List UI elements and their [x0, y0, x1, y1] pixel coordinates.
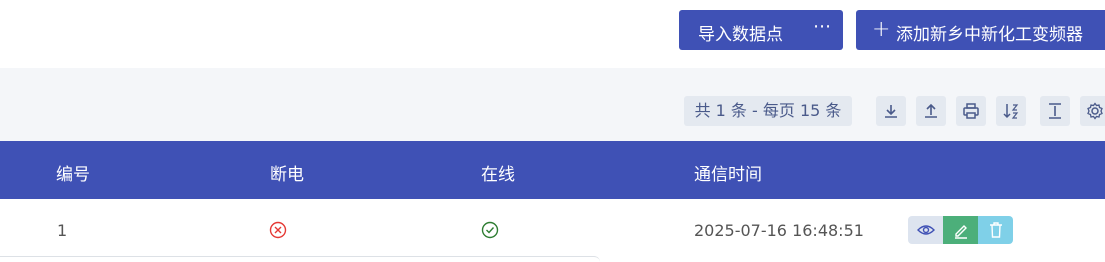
plus-icon: +	[872, 17, 891, 42]
edit-button[interactable]	[943, 216, 978, 244]
cell-id: 1	[57, 221, 68, 240]
error-circle-icon	[269, 221, 287, 239]
view-button[interactable]	[908, 216, 943, 244]
column-header-online[interactable]: 在线	[481, 160, 515, 185]
column-header-power-off[interactable]: 断电	[270, 160, 304, 185]
print-icon	[963, 103, 979, 119]
column-header-comm-time[interactable]: 通信时间	[694, 160, 762, 185]
settings-button[interactable]	[1080, 96, 1105, 126]
column-height-icon	[1049, 103, 1061, 119]
delete-button[interactable]	[978, 216, 1013, 244]
row-height-button[interactable]	[1040, 96, 1070, 126]
sort-icon	[1003, 104, 1019, 119]
table-header: 编号 断电 在线 通信时间	[0, 141, 1105, 199]
add-button-label: 添加新乡中新化工变频器	[896, 25, 1083, 45]
download-button[interactable]	[876, 96, 906, 126]
upload-icon	[925, 103, 937, 118]
column-header-id[interactable]: 编号	[56, 160, 90, 185]
import-data-points-button[interactable]: 导入数据点 ⋯	[679, 10, 843, 50]
more-options-button[interactable]: ⋯	[813, 16, 832, 37]
download-icon	[885, 105, 897, 118]
add-device-button[interactable]: + 添加新乡中新化工变频器	[856, 10, 1105, 50]
table-toolbar: 共 1 条 - 每页 15 条	[0, 68, 1105, 141]
eye-icon	[917, 225, 935, 235]
print-button[interactable]	[956, 96, 986, 126]
top-action-bar: 导入数据点 ⋯ + 添加新乡中新化工变频器	[0, 0, 1105, 68]
pagination-info: 共 1 条 - 每页 15 条	[684, 96, 852, 126]
sort-button[interactable]	[996, 96, 1026, 126]
delete-icon	[990, 222, 1002, 238]
table-row: 1 2025-07-16 16:48:51	[0, 199, 1105, 261]
settings-icon	[1087, 102, 1103, 120]
upload-button[interactable]	[916, 96, 946, 126]
check-circle-icon	[481, 221, 499, 239]
edit-icon	[955, 225, 967, 239]
cell-comm-time: 2025-07-16 16:48:51	[694, 221, 864, 240]
import-button-label: 导入数据点	[698, 25, 783, 45]
horizontal-scrollbar[interactable]	[0, 256, 600, 262]
